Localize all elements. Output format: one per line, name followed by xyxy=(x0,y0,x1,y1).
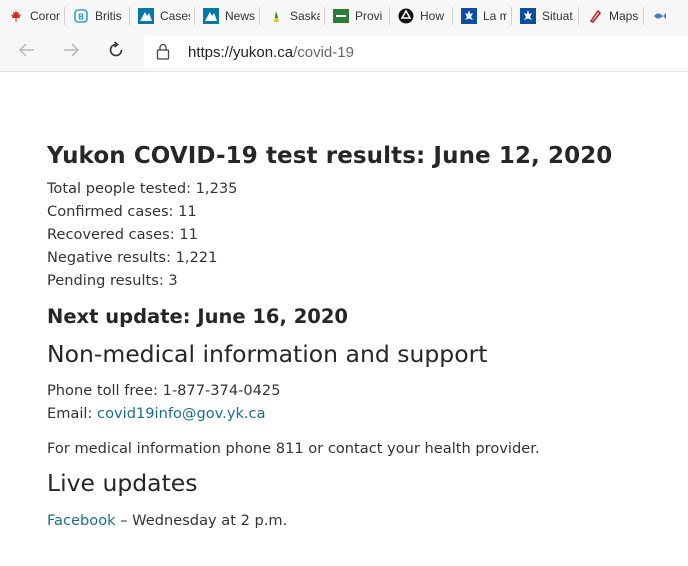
email-line: Email: covid19info@gov.yk.ca xyxy=(47,402,677,425)
test-results-list: Total people tested: 1,235 Confirmed cas… xyxy=(47,177,677,292)
bookmark-label: Saska xyxy=(290,9,320,23)
bookmark-label: Britis xyxy=(95,9,122,23)
live-updates-heading: Live updates xyxy=(47,469,198,497)
bookmark-label: Coror xyxy=(30,9,60,23)
lock-icon xyxy=(156,43,170,64)
manitoba-icon xyxy=(333,8,349,24)
stat-confirmed: Confirmed cases: 11 xyxy=(47,203,197,220)
next-update-heading: Next update: June 16, 2020 xyxy=(47,305,348,328)
nb-pen-icon xyxy=(587,8,603,24)
bookmark-label: Maps xyxy=(609,9,639,23)
stat-pending: Pending results: 3 xyxy=(47,272,178,289)
page-title: Yukon COVID-19 test results: June 12, 20… xyxy=(47,143,613,169)
support-heading: Non-medical information and support xyxy=(47,340,488,368)
phone-line: Phone toll free: 1-877-374-0425 xyxy=(47,382,281,399)
alberta-logo-icon xyxy=(203,8,219,24)
svg-text:B: B xyxy=(78,13,84,22)
refresh-icon xyxy=(107,41,125,63)
arrow-left-icon xyxy=(18,42,36,62)
arrow-right-icon xyxy=(62,42,80,62)
bookmark-label: Situat xyxy=(542,9,573,23)
facebook-link[interactable]: Facebook xyxy=(47,512,116,529)
bookmark-saskatchewan[interactable]: Saska xyxy=(260,0,324,32)
support-contact: Phone toll free: 1-877-374-0425 Email: c… xyxy=(47,379,677,425)
back-button[interactable] xyxy=(13,38,41,66)
bookmarks-bar: Coror B Britis Cases News Saska Provi xyxy=(0,0,688,32)
medical-note: For medical information phone 811 or con… xyxy=(47,440,540,457)
facebook-schedule: – Wednesday at 2 p.m. xyxy=(115,512,288,529)
bc-logo-icon: B xyxy=(73,8,89,24)
bookmark-ontario[interactable]: How xyxy=(390,0,452,32)
bookmark-alberta-cases[interactable]: Cases xyxy=(130,0,194,32)
url-text[interactable]: https://yukon.ca/covid-19 xyxy=(188,44,354,61)
email-label: Email: xyxy=(47,405,98,422)
page-content: Yukon COVID-19 test results: June 12, 20… xyxy=(47,140,677,532)
stat-total-tested: Total people tested: 1,235 xyxy=(47,180,238,197)
refresh-button[interactable] xyxy=(102,38,130,66)
url-path: /covid-19 xyxy=(293,44,354,61)
bookmark-label: La ma xyxy=(483,9,507,23)
forward-button[interactable] xyxy=(57,38,85,66)
fish-icon xyxy=(652,8,668,24)
url-domain: https://yukon.ca xyxy=(188,44,294,61)
email-link[interactable]: covid19info@gov.yk.ca xyxy=(97,405,265,422)
facebook-line: Facebook – Wednesday at 2 p.m. xyxy=(47,509,677,532)
bookmark-label: Cases xyxy=(160,9,190,23)
bookmark-overflow[interactable] xyxy=(644,0,678,32)
bookmark-quebec-la-maladie[interactable]: La ma xyxy=(453,0,511,32)
address-bar[interactable]: https://yukon.ca/covid-19 xyxy=(144,36,688,68)
alberta-logo-icon xyxy=(138,8,154,24)
bookmark-maps[interactable]: Maps xyxy=(579,0,643,32)
bookmark-quebec-situation[interactable]: Situat xyxy=(512,0,578,32)
ontario-trillium-icon xyxy=(398,8,414,24)
bookmark-label: News xyxy=(225,9,255,23)
bookmark-alberta-news[interactable]: News xyxy=(195,0,259,32)
address-toolbar: https://yukon.ca/covid-19 xyxy=(0,32,688,72)
bookmark-label: Provi xyxy=(355,9,383,23)
bookmark-coronavirus[interactable]: Coror xyxy=(0,0,64,32)
stat-recovered: Recovered cases: 11 xyxy=(47,226,198,243)
maple-leaf-icon xyxy=(8,8,24,24)
quebec-fleur-icon xyxy=(520,8,536,24)
bookmark-label: How xyxy=(420,9,445,23)
bookmark-british-columbia[interactable]: B Britis xyxy=(65,0,129,32)
stat-negative: Negative results: 1,221 xyxy=(47,249,218,266)
quebec-fleur-icon xyxy=(461,8,477,24)
saskatchewan-icon xyxy=(268,8,284,24)
bookmark-province[interactable]: Provi xyxy=(325,0,389,32)
